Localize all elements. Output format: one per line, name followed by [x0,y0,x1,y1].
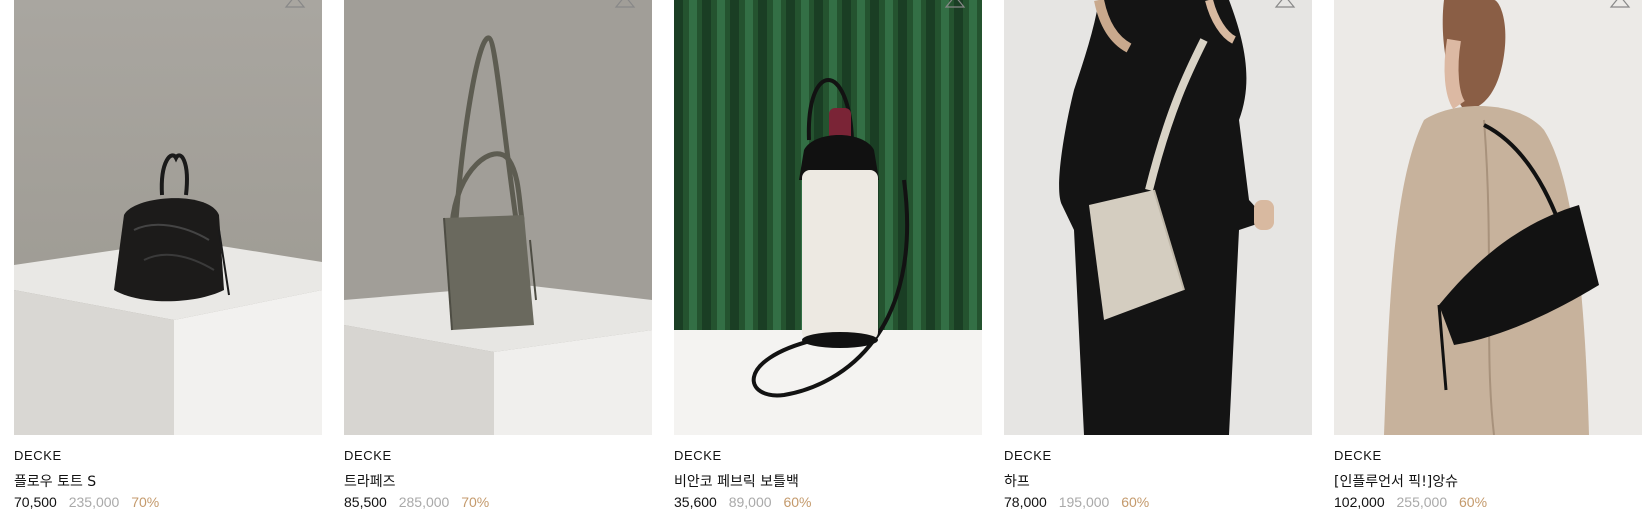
product-image[interactable] [1334,0,1647,435]
product-brand: DECKE [1004,448,1052,463]
product-card[interactable]: DECKE 비안코 페브릭 보틀백 35,600 89,000 60% [674,0,982,526]
sale-price: 78,000 [1004,494,1047,510]
hanger-icon[interactable] [1274,0,1296,10]
original-price: 285,000 [398,494,450,510]
product-prices: 85,500 285,000 70% [344,494,489,510]
hanger-icon[interactable] [614,0,636,10]
product-image[interactable] [344,0,652,435]
sale-price: 85,500 [344,494,387,510]
product-brand: DECKE [344,448,392,463]
product-brand: DECKE [14,448,62,463]
product-name[interactable]: [인플루언서 픽!]앙슈 [1334,471,1458,491]
product-name[interactable]: 하프 [1004,471,1030,491]
product-brand: DECKE [1334,448,1382,463]
product-photo [1334,0,1642,435]
product-prices: 102,000 255,000 60% [1334,494,1487,510]
original-price: 255,000 [1396,494,1448,510]
product-card[interactable]: DECKE 플로우 토트 S 70,500 235,000 70% [14,0,322,526]
product-name[interactable]: 비안코 페브릭 보틀백 [674,471,799,491]
product-card[interactable]: DECKE 하프 78,000 195,000 60% [1004,0,1312,526]
discount-rate: 70% [131,494,160,510]
product-image[interactable] [14,0,322,435]
original-price: 235,000 [68,494,120,510]
product-brand: DECKE [674,448,722,463]
product-card[interactable]: DECKE [인플루언서 픽!]앙슈 102,000 255,000 60% [1334,0,1647,526]
product-name[interactable]: 트라페즈 [344,471,396,491]
original-price: 89,000 [728,494,772,510]
hanger-icon[interactable] [944,0,966,10]
product-image[interactable] [674,0,982,435]
discount-rate: 70% [461,494,490,510]
discount-rate: 60% [783,494,812,510]
product-prices: 78,000 195,000 60% [1004,494,1149,510]
product-card[interactable]: DECKE 트라페즈 85,500 285,000 70% [344,0,652,526]
product-image[interactable] [1004,0,1312,435]
product-photo [674,0,982,435]
product-photo [1004,0,1312,435]
product-grid: DECKE 플로우 토트 S 70,500 235,000 70% DECKE [14,0,1647,526]
original-price: 195,000 [1058,494,1110,510]
hanger-icon[interactable] [284,0,306,10]
discount-rate: 60% [1121,494,1150,510]
product-prices: 70,500 235,000 70% [14,494,159,510]
sale-price: 102,000 [1334,494,1385,510]
sale-price: 35,600 [674,494,717,510]
product-prices: 35,600 89,000 60% [674,494,811,510]
sale-price: 70,500 [14,494,57,510]
discount-rate: 60% [1459,494,1488,510]
product-name[interactable]: 플로우 토트 S [14,471,96,491]
product-photo [344,0,652,435]
hanger-icon[interactable] [1609,0,1631,10]
product-photo [14,0,322,435]
